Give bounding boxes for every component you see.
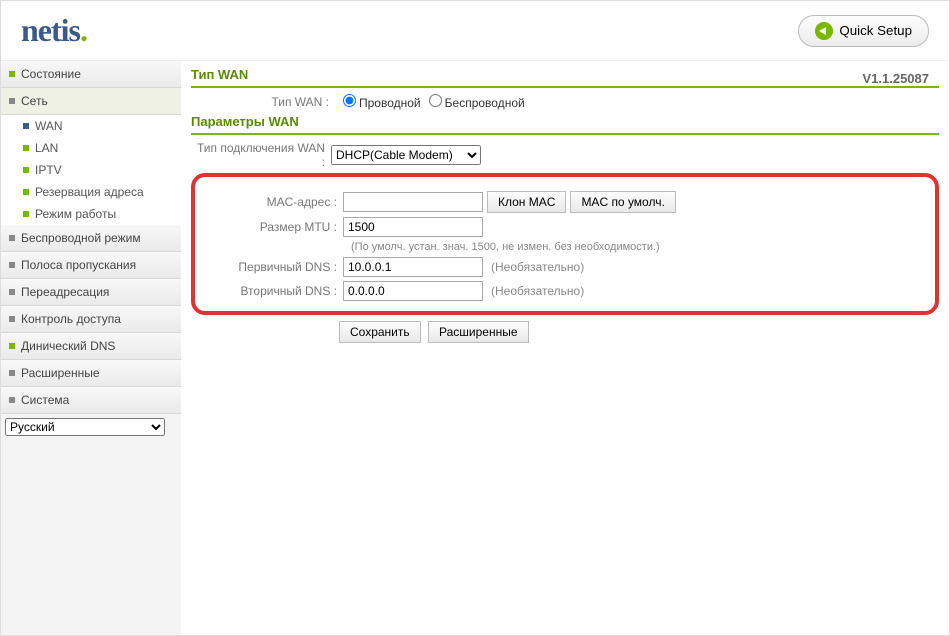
- radio-wired[interactable]: Проводной: [335, 94, 421, 110]
- section-title-wan-type: Тип WAN: [191, 67, 939, 88]
- dns1-optional: (Необязательно): [491, 260, 584, 274]
- sidebar-item-bandwidth[interactable]: Полоса пропускания: [1, 252, 181, 279]
- dns1-label: Первичный DNS :: [203, 260, 343, 274]
- sidebar-sub-network: WAN LAN IPTV Резервация адреса Режим раб…: [1, 115, 181, 225]
- sidebar-item-system[interactable]: Система: [1, 387, 181, 414]
- quick-setup-button[interactable]: Quick Setup: [798, 15, 929, 47]
- language-select[interactable]: Русский: [5, 418, 165, 436]
- mtu-input[interactable]: [343, 217, 483, 237]
- default-mac-button[interactable]: MAC по умолч.: [570, 191, 675, 213]
- conn-type-select[interactable]: DHCP(Cable Modem): [331, 145, 481, 165]
- sidebar-item-forward[interactable]: Переадресация: [1, 279, 181, 306]
- radio-wireless[interactable]: Беспроводной: [421, 94, 525, 110]
- sidebar-item-ddns[interactable]: Динический DNS: [1, 333, 181, 360]
- mac-input[interactable]: [343, 192, 483, 212]
- sidebar-item-status[interactable]: Состояние: [1, 61, 181, 88]
- conn-type-label: Тип подключения WAN :: [191, 141, 331, 169]
- header: netis. Quick Setup: [1, 1, 949, 61]
- sidebar-sub-iptv[interactable]: IPTV: [23, 159, 181, 181]
- dns2-optional: (Необязательно): [491, 284, 584, 298]
- sidebar-sub-lan[interactable]: LAN: [23, 137, 181, 159]
- advanced-button[interactable]: Расширенные: [428, 321, 529, 343]
- sidebar-item-network[interactable]: Сеть: [1, 88, 181, 115]
- app-window: netis. Quick Setup V1.1.25087 Состояние …: [0, 0, 950, 636]
- highlighted-box: MAC-адрес : Клон MAC MAC по умолч. Разме…: [191, 173, 939, 315]
- save-button[interactable]: Сохранить: [339, 321, 421, 343]
- dns1-input[interactable]: [343, 257, 483, 277]
- sidebar: Состояние Сеть WAN LAN IPTV Резервация а…: [1, 61, 181, 635]
- logo: netis.: [21, 12, 87, 49]
- mtu-label: Размер MTU :: [203, 220, 343, 234]
- section-title-wan-params: Параметры WAN: [191, 114, 939, 135]
- arrow-left-icon: [815, 22, 833, 40]
- wan-type-label: Тип WAN :: [195, 95, 335, 109]
- sidebar-item-advanced[interactable]: Расширенные: [1, 360, 181, 387]
- sidebar-item-wireless[interactable]: Беспроводной режим: [1, 225, 181, 252]
- quick-setup-label: Quick Setup: [839, 23, 912, 38]
- clone-mac-button[interactable]: Клон MAC: [487, 191, 566, 213]
- sidebar-sub-mode[interactable]: Режим работы: [23, 203, 181, 225]
- content: Тип WAN Тип WAN : Проводной Беспроводной…: [181, 61, 949, 635]
- sidebar-sub-wan[interactable]: WAN: [23, 115, 181, 137]
- mac-label: MAC-адрес :: [203, 195, 343, 209]
- sidebar-item-access[interactable]: Контроль доступа: [1, 306, 181, 333]
- dns2-input[interactable]: [343, 281, 483, 301]
- dns2-label: Вторичный DNS :: [203, 284, 343, 298]
- mtu-note: (По умолч. устан. знач. 1500, не измен. …: [351, 241, 927, 253]
- sidebar-sub-reserve[interactable]: Резервация адреса: [23, 181, 181, 203]
